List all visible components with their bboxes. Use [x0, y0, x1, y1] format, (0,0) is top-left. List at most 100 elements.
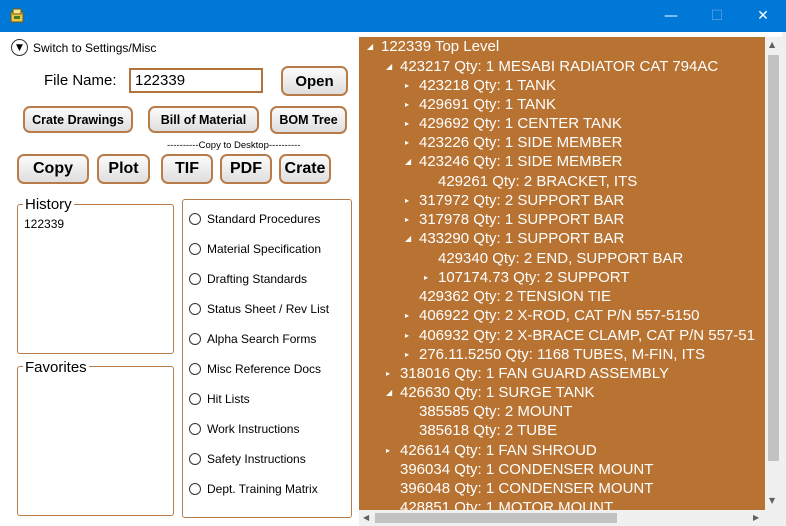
- tree-node[interactable]: ◢ 426630 Qty: 1 SURGE TANK: [386, 384, 595, 401]
- collapsed-arrow-icon[interactable]: ▸: [405, 100, 415, 109]
- tree-node[interactable]: ◢ 423217 Qty: 1 MESABI RADIATOR CAT 794AC: [386, 58, 718, 75]
- expanded-arrow-icon[interactable]: ◢: [367, 42, 377, 51]
- copy-button[interactable]: Copy: [17, 154, 89, 184]
- radio-icon[interactable]: [189, 303, 201, 315]
- radio-icon[interactable]: [189, 363, 201, 375]
- maximize-button[interactable]: ☐: [694, 0, 740, 32]
- crate-button[interactable]: Crate: [279, 154, 331, 184]
- tree-node-label: 429340 Qty: 2 END, SUPPORT BAR: [438, 250, 684, 267]
- tree-node[interactable]: ◢ 433290 Qty: 1 SUPPORT BAR: [405, 230, 624, 247]
- collapsed-arrow-icon[interactable]: ▸: [405, 196, 415, 205]
- tree-node[interactable]: ▸ 426614 Qty: 1 FAN SHROUD: [386, 442, 597, 459]
- horizontal-scroll-thumb[interactable]: [375, 513, 617, 523]
- minimize-button[interactable]: —: [648, 0, 694, 32]
- radio-drafting-standards[interactable]: Drafting Standards: [189, 272, 307, 286]
- horizontal-scrollbar[interactable]: ◀ ▶: [359, 510, 765, 526]
- radio-dept-training-matrix[interactable]: Dept. Training Matrix: [189, 482, 318, 496]
- radio-alpha-search-forms[interactable]: Alpha Search Forms: [189, 332, 316, 346]
- expanded-arrow-icon[interactable]: ◢: [386, 388, 396, 397]
- tree-node[interactable]: ▸ 318016 Qty: 1 FAN GUARD ASSEMBLY: [386, 365, 669, 382]
- file-name-input[interactable]: [129, 68, 263, 93]
- tree-node-label: 385618 Qty: 2 TUBE: [419, 422, 558, 439]
- tree-node[interactable]: ▸ 429692 Qty: 1 CENTER TANK: [405, 115, 622, 132]
- chevron-down-icon: ▼: [11, 39, 28, 56]
- collapsed-arrow-icon[interactable]: ▸: [405, 331, 415, 340]
- radio-safety-instructions[interactable]: Safety Instructions: [189, 452, 306, 466]
- tree-node[interactable]: ▸ 406922 Qty: 2 X-ROD, CAT P/N 557-5150: [405, 307, 699, 324]
- expanded-arrow-icon[interactable]: ◢: [405, 157, 415, 166]
- radio-status-sheet[interactable]: Status Sheet / Rev List: [189, 302, 329, 316]
- scroll-right-icon[interactable]: ▶: [753, 513, 759, 522]
- radio-hit-lists[interactable]: Hit Lists: [189, 392, 250, 406]
- scroll-down-icon[interactable]: ▼: [769, 496, 775, 505]
- tree-node[interactable]: ▸ 406932 Qty: 2 X-BRACE CLAMP, CAT P/N 55…: [405, 327, 755, 344]
- radio-icon[interactable]: [189, 333, 201, 345]
- vertical-scrollbar[interactable]: ▲ ▼: [765, 37, 782, 510]
- radio-icon[interactable]: [189, 393, 201, 405]
- collapsed-arrow-icon[interactable]: ▸: [386, 446, 396, 455]
- bom-tree-view[interactable]: ◢ 122339 Top Level ◢ 423217 Qty: 1 MESABI …: [359, 37, 765, 510]
- collapsed-arrow-icon[interactable]: ▸: [405, 138, 415, 147]
- tree-node[interactable]: ▸ 423218 Qty: 1 TANK: [405, 77, 556, 94]
- tree-node[interactable]: ▸ 423226 Qty: 1 SIDE MEMBER: [405, 134, 622, 151]
- collapsed-arrow-icon[interactable]: ▸: [405, 81, 415, 90]
- favorites-group: [17, 366, 174, 516]
- tree-node[interactable]: 385585 Qty: 2 MOUNT: [419, 403, 572, 420]
- expanded-arrow-icon[interactable]: ◢: [386, 62, 396, 71]
- tree-node[interactable]: ▸ 276.11.5250 Qty: 1168 TUBES, M-FIN, ITS: [405, 346, 705, 363]
- bill-of-material-button[interactable]: Bill of Material: [148, 106, 259, 133]
- tree-node-label: 429692 Qty: 1 CENTER TANK: [419, 115, 622, 132]
- tree-node[interactable]: ▸ 317972 Qty: 2 SUPPORT BAR: [405, 192, 624, 209]
- tree-node[interactable]: ◢ 122339 Top Level: [367, 38, 499, 55]
- tree-node[interactable]: ▸ 107174.73 Qty: 2 SUPPORT: [424, 269, 630, 286]
- scroll-up-icon[interactable]: ▲: [769, 40, 775, 49]
- radio-icon[interactable]: [189, 483, 201, 495]
- radio-icon[interactable]: [189, 243, 201, 255]
- radio-material-specification[interactable]: Material Specification: [189, 242, 321, 256]
- scroll-left-icon[interactable]: ◀: [363, 513, 369, 522]
- switch-label: Switch to Settings/Misc: [33, 40, 157, 55]
- tree-node[interactable]: 428851 Qty: 1 MOTOR MOUNT: [400, 499, 613, 510]
- tree-node[interactable]: 396048 Qty: 1 CONDENSER MOUNT: [400, 480, 653, 497]
- collapsed-arrow-icon[interactable]: ▸: [405, 119, 415, 128]
- collapsed-arrow-icon[interactable]: ▸: [424, 273, 434, 282]
- collapsed-arrow-icon[interactable]: ▸: [405, 311, 415, 320]
- app-icon: [10, 8, 24, 23]
- radio-icon[interactable]: [189, 423, 201, 435]
- radio-work-instructions[interactable]: Work Instructions: [189, 422, 299, 436]
- switch-settings-toggle[interactable]: ▼ Switch to Settings/Misc: [11, 39, 156, 56]
- tree-node[interactable]: ▸ 317978 Qty: 1 SUPPORT BAR: [405, 211, 624, 228]
- tree-node[interactable]: 429261 Qty: 2 BRACKET, ITS: [438, 173, 637, 190]
- tree-node[interactable]: ▸ 429691 Qty: 1 TANK: [405, 96, 556, 113]
- close-button[interactable]: ✕: [740, 0, 786, 32]
- radio-standard-procedures[interactable]: Standard Procedures: [189, 212, 320, 226]
- plot-button[interactable]: Plot: [97, 154, 150, 184]
- tree-node[interactable]: ◢ 423246 Qty: 1 SIDE MEMBER: [405, 153, 622, 170]
- vertical-scroll-thumb[interactable]: [768, 55, 779, 461]
- tif-button[interactable]: TIF: [161, 154, 213, 184]
- radio-icon[interactable]: [189, 273, 201, 285]
- collapsed-arrow-icon[interactable]: ▸: [386, 369, 396, 378]
- bom-tree-button[interactable]: BOM Tree: [270, 106, 347, 134]
- open-button[interactable]: Open: [281, 66, 348, 96]
- tree-node-label: 122339 Top Level: [381, 38, 500, 55]
- collapsed-arrow-icon[interactable]: ▸: [405, 350, 415, 359]
- tree-node[interactable]: 396034 Qty: 1 CONDENSER MOUNT: [400, 461, 653, 478]
- left-panel: ▼ Switch to Settings/Misc File Name: Ope…: [0, 32, 358, 526]
- tree-node-label: 406922 Qty: 2 X-ROD, CAT P/N 557-5150: [419, 307, 700, 324]
- collapsed-arrow-icon[interactable]: ▸: [405, 215, 415, 224]
- crate-drawings-button[interactable]: Crate Drawings: [23, 106, 133, 133]
- tree-node-label: 276.11.5250 Qty: 1168 TUBES, M-FIN, ITS: [419, 346, 705, 363]
- radio-icon[interactable]: [189, 213, 201, 225]
- tree-node[interactable]: 385618 Qty: 2 TUBE: [419, 422, 557, 439]
- history-item[interactable]: 122339: [24, 217, 64, 231]
- pdf-button[interactable]: PDF: [220, 154, 272, 184]
- radio-label: Material Specification: [207, 242, 322, 256]
- tree-node[interactable]: 429340 Qty: 2 END, SUPPORT BAR: [438, 250, 683, 267]
- expanded-arrow-icon[interactable]: ◢: [405, 234, 415, 243]
- scroll-corner: [765, 510, 782, 526]
- tree-node-label: 318016 Qty: 1 FAN GUARD ASSEMBLY: [400, 365, 670, 382]
- tree-node[interactable]: 429362 Qty: 2 TENSION TIE: [419, 288, 611, 305]
- radio-misc-reference-docs[interactable]: Misc Reference Docs: [189, 362, 321, 376]
- radio-icon[interactable]: [189, 453, 201, 465]
